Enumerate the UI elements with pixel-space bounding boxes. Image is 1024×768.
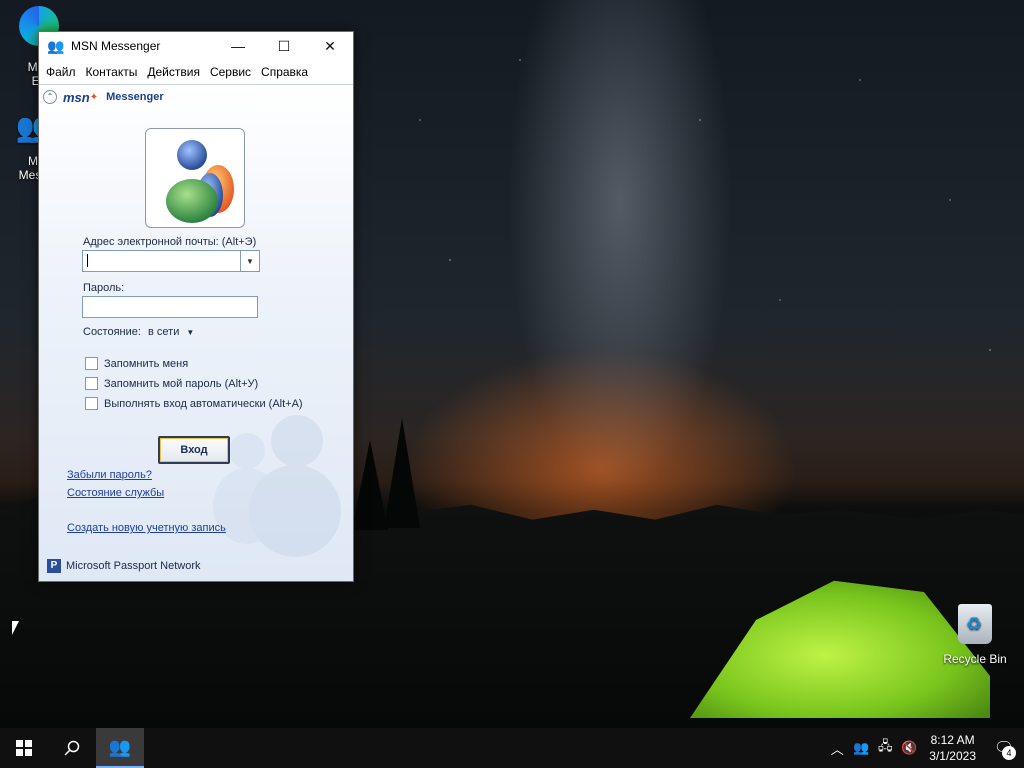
menu-tools[interactable]: Сервис xyxy=(205,65,256,79)
passport-icon: P xyxy=(47,559,61,573)
checkbox-box[interactable] xyxy=(85,357,98,370)
sign-in-button[interactable]: Вход xyxy=(158,436,230,464)
menu-actions[interactable]: Действия xyxy=(142,65,205,79)
start-button[interactable] xyxy=(0,728,48,768)
chevron-down-icon: ▼ xyxy=(186,328,195,337)
network-icon[interactable]: 🖧 xyxy=(873,737,897,759)
msn-messenger-window: 👥 MSN Messenger — ☐ ✕ Файл Контакты Дейс… xyxy=(38,31,354,582)
msn-buddy-icon: 👥 xyxy=(108,736,132,757)
email-dropdown-button[interactable]: ▼ xyxy=(240,250,260,272)
msn-tray-icon[interactable]: 👥 xyxy=(849,740,873,756)
status-value[interactable]: в сети xyxy=(148,326,179,338)
msn-logo: msn xyxy=(63,89,90,105)
checkbox-label: Выполнять вход автоматически (Alt+А) xyxy=(104,397,303,410)
password-label: Пароль: xyxy=(83,282,125,294)
brand-bar: ⌃ msn ✦ Messenger xyxy=(39,85,353,109)
email-label: Адрес электронной почты: (Alt+Э) xyxy=(83,236,257,248)
title-bar[interactable]: 👥 MSN Messenger — ☐ ✕ xyxy=(39,32,353,60)
window-title: MSN Messenger xyxy=(71,39,161,53)
search-button[interactable] xyxy=(48,728,96,768)
create-account-link[interactable]: Создать новую учетную запись xyxy=(67,522,226,534)
menu-contacts[interactable]: Контакты xyxy=(81,65,143,79)
messenger-wordmark: Messenger xyxy=(106,91,164,103)
tree-silhouette xyxy=(384,418,420,528)
mouse-cursor-icon xyxy=(12,621,19,635)
auto-signin-checkbox[interactable]: Выполнять вход автоматически (Alt+А) xyxy=(85,397,303,410)
taskbar-msn-messenger[interactable]: 👥 xyxy=(96,728,144,768)
butterfly-icon: ✦ xyxy=(89,91,99,103)
desktop-icon-recycle-bin[interactable]: Recycle Bin xyxy=(938,604,1012,666)
checkbox-label: Запомнить мой пароль (Alt+У) xyxy=(104,377,259,390)
action-center-button[interactable]: 🗨 4 xyxy=(984,728,1024,768)
msn-app-icon: 👥 xyxy=(47,38,65,54)
show-hidden-icons-chevron-up-icon[interactable]: ︿ xyxy=(825,739,849,758)
search-icon xyxy=(64,740,80,756)
msn-buddy-icon xyxy=(166,140,234,223)
clock-time: 8:12 AM xyxy=(930,733,975,747)
close-button[interactable]: ✕ xyxy=(307,32,353,60)
notification-count-badge: 4 xyxy=(1002,746,1016,760)
status-label: Состояние: xyxy=(83,326,141,338)
remember-password-checkbox[interactable]: Запомнить мой пароль (Alt+У) xyxy=(85,377,258,390)
recycle-bin-icon xyxy=(958,604,992,644)
minimize-button[interactable]: — xyxy=(215,32,261,60)
passport-label: Microsoft Passport Network xyxy=(66,560,201,572)
clock[interactable]: 8:12 AM 3/1/2023 xyxy=(921,732,984,764)
display-picture[interactable] xyxy=(145,128,245,228)
chevron-down-icon: ▼ xyxy=(246,256,254,266)
desktop-icon-label: Recycle Bin xyxy=(943,652,1007,666)
text-caret xyxy=(87,254,88,267)
collapse-chevron-icon[interactable]: ⌃ xyxy=(43,90,57,104)
password-input[interactable] xyxy=(82,296,258,318)
tree-silhouette xyxy=(352,440,388,530)
volume-muted-icon[interactable]: 🔇 xyxy=(897,740,921,756)
service-status-link[interactable]: Состояние службы xyxy=(67,487,164,499)
menu-help[interactable]: Справка xyxy=(256,65,313,79)
email-input[interactable] xyxy=(82,250,242,272)
msn-buddy-watermark-icon xyxy=(213,415,341,557)
status-selector[interactable]: Состояние: в сети ▼ xyxy=(83,326,194,338)
clock-date: 3/1/2023 xyxy=(929,749,976,763)
forgot-password-link[interactable]: Забыли пароль? xyxy=(67,469,152,481)
checkbox-label: Запомнить меня xyxy=(104,357,189,370)
system-tray: ︿ 👥 🖧 🔇 8:12 AM 3/1/2023 🗨 4 xyxy=(825,728,1024,768)
windows-logo-icon xyxy=(16,740,32,756)
menu-bar: Файл Контакты Действия Сервис Справка xyxy=(39,60,353,84)
remember-me-checkbox[interactable]: Запомнить меня xyxy=(85,357,188,370)
taskbar: 👥 ︿ 👥 🖧 🔇 8:12 AM 3/1/2023 🗨 4 xyxy=(0,728,1024,768)
menu-file[interactable]: Файл xyxy=(41,65,81,79)
checkbox-box[interactable] xyxy=(85,377,98,390)
maximize-button[interactable]: ☐ xyxy=(261,32,307,60)
passport-footer: P Microsoft Passport Network xyxy=(47,559,200,573)
checkbox-box[interactable] xyxy=(85,397,98,410)
sign-in-panel: ⌃ msn ✦ Messenger Адрес электронной почт… xyxy=(39,84,353,581)
